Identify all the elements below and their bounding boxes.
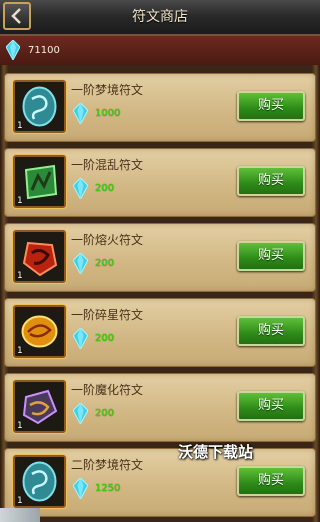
crystal-gem-icon [73, 178, 88, 199]
item-quantity: 1 [17, 496, 23, 506]
shop-item: 1 一阶混乱符文 200 购买 [4, 148, 316, 217]
shop-item: 1 一阶魔化符文 200 购买 [4, 373, 316, 442]
crystal-gem-icon [73, 328, 88, 349]
item-name: 二阶梦境符文 [71, 458, 144, 472]
item-price: 200 [95, 333, 115, 344]
item-quantity: 1 [17, 346, 23, 356]
item-slot[interactable]: 1 [13, 305, 66, 358]
item-slot[interactable]: 1 [13, 230, 66, 283]
star-rune-icon [21, 315, 58, 348]
buy-button[interactable]: 购买 [237, 316, 305, 346]
dream-rune-icon [22, 86, 57, 127]
item-slot[interactable]: 1 [13, 455, 66, 508]
buy-button[interactable]: 购买 [237, 166, 305, 196]
shop-item: 1 一阶熔火符文 200 购买 [4, 223, 316, 292]
buy-button[interactable]: 购买 [237, 241, 305, 271]
item-slot[interactable]: 1 [13, 380, 66, 433]
crystal-gem-icon [73, 478, 88, 499]
demon-rune-icon [22, 389, 58, 425]
watermark: 沃德下载站 [178, 443, 254, 461]
item-price: 200 [95, 258, 115, 269]
shop-item: 1 一阶梦境符文 1000 购买 [4, 73, 316, 142]
shop-item: 1 一阶碎星符文 200 购买 [4, 298, 316, 367]
item-price: 200 [95, 408, 115, 419]
buy-button[interactable]: 购买 [237, 466, 305, 496]
item-slot[interactable]: 1 [13, 80, 66, 133]
item-name: 一阶梦境符文 [71, 83, 144, 97]
currency-amount: 71100 [28, 45, 60, 56]
buy-button[interactable]: 购买 [237, 91, 305, 121]
item-name: 一阶混乱符文 [71, 158, 144, 172]
crystal-gem-icon [73, 403, 88, 424]
shop-item: 1 二阶梦境符文 1250 购买 [4, 448, 316, 517]
top-bar: 符文商店 [0, 0, 320, 36]
shop-item-list[interactable]: 1 一阶梦境符文 1000 购买 1 一阶混乱符文 200 购买 1 一阶熔火符… [0, 65, 320, 522]
item-slot[interactable]: 1 [13, 155, 66, 208]
dream-rune-icon [22, 461, 57, 502]
item-price: 1250 [95, 483, 121, 494]
crystal-gem-icon [6, 40, 20, 60]
buy-button[interactable]: 购买 [237, 391, 305, 421]
corner-overlay [0, 508, 40, 522]
item-price: 1000 [95, 108, 121, 119]
item-name: 一阶碎星符文 [71, 308, 144, 322]
item-name: 一阶熔火符文 [71, 233, 144, 247]
item-quantity: 1 [17, 196, 23, 206]
crystal-gem-icon [73, 253, 88, 274]
item-quantity: 1 [17, 121, 23, 131]
item-price: 200 [95, 183, 115, 194]
currency-banner: 71100 [0, 36, 320, 66]
item-quantity: 1 [17, 421, 23, 431]
item-quantity: 1 [17, 271, 23, 281]
molten-rune-icon [22, 241, 58, 277]
item-name: 一阶魔化符文 [71, 383, 144, 397]
crystal-gem-icon [73, 103, 88, 124]
chaos-rune-icon [24, 164, 58, 200]
page-title: 符文商店 [132, 9, 188, 25]
